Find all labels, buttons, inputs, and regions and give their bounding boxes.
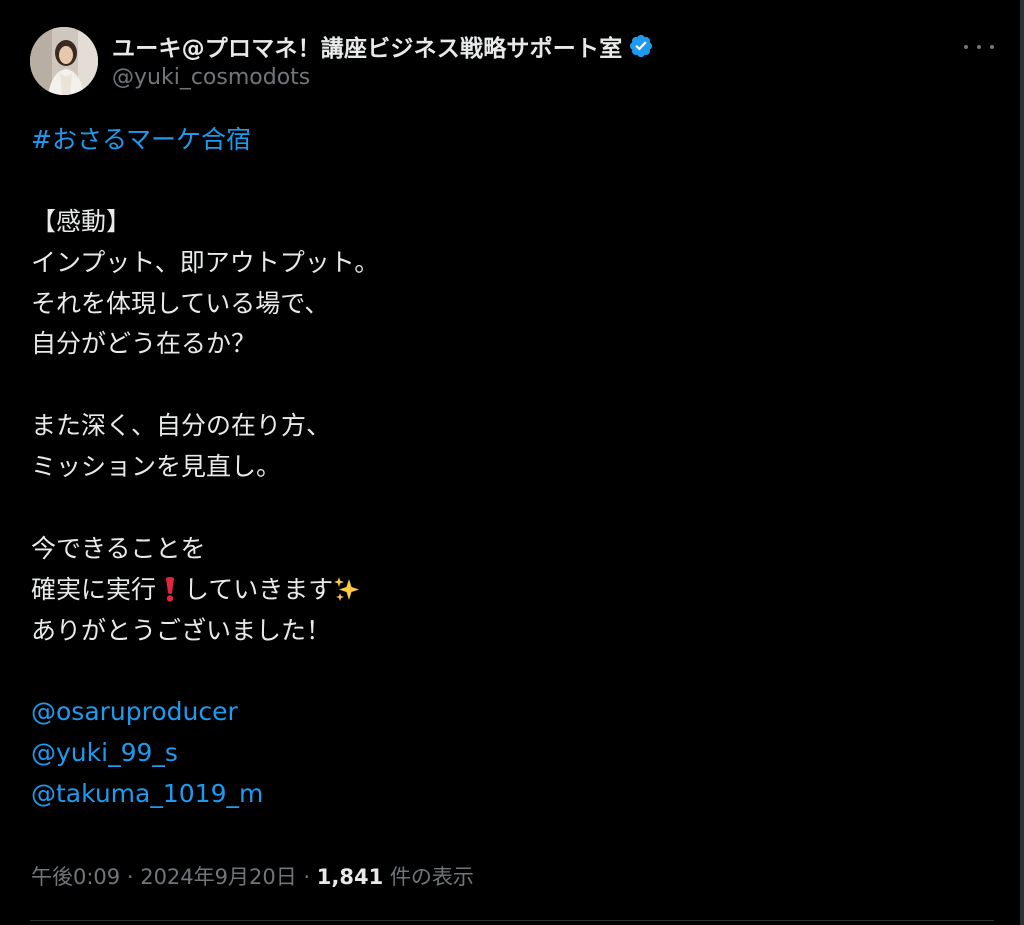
mention-link[interactable]: @takuma_1019_m	[31, 774, 981, 815]
hashtag-link[interactable]: #おさるマーケ合宿	[31, 120, 981, 161]
author-name-row[interactable]: ユーキ@プロマネ！講座ビジネス戦略サポート室	[112, 30, 654, 62]
tweet-line: ありがとうございました！	[31, 615, 332, 645]
sparkles-icon	[334, 576, 360, 601]
tweet-meta: 午後0:09 · 2024年9月20日 · 1,841 件の表示	[31, 861, 474, 891]
avatar[interactable]	[30, 27, 98, 95]
meta-separator: ·	[120, 865, 141, 889]
tweet-line: また深く、自分の在り方、	[31, 411, 332, 441]
tweet-line: インプット、即アウトプット。	[31, 247, 380, 277]
tweet-line: ミッションを見直し。	[31, 452, 282, 482]
more-options-icon[interactable]	[964, 35, 994, 59]
tweet-line: 【感動】	[31, 206, 132, 236]
meta-separator: ·	[296, 865, 317, 889]
tweet-date[interactable]: 2024年9月20日	[140, 865, 297, 889]
mention-link[interactable]: @yuki_99_s	[31, 733, 981, 774]
author-display-name[interactable]: ユーキ@プロマネ！講座ビジネス戦略サポート室	[112, 29, 622, 63]
tweet-text: #おさるマーケ合宿 【感動】 インプット、即アウトプット。 それを体現している場…	[31, 120, 981, 815]
tweet-line-with-emoji: 確実に実行 していきます	[31, 570, 981, 611]
tweet-line: 自分がどう在るか？	[31, 329, 257, 359]
window-edge	[1020, 0, 1024, 925]
views-count: 1,841	[316, 865, 384, 889]
tweet-time[interactable]: 午後0:09	[31, 865, 120, 889]
author-handle[interactable]: @yuki_cosmodots	[112, 65, 310, 90]
tweet-line-part: 確実に実行	[31, 574, 157, 604]
tweet-line: 今できることを	[31, 533, 206, 563]
views-label: 件の表示	[383, 865, 474, 889]
mention-link[interactable]: @osaruproducer	[31, 692, 981, 733]
tweet-header: ユーキ@プロマネ！講座ビジネス戦略サポート室 @yuki_cosmodots	[30, 27, 994, 97]
verified-badge-icon	[630, 34, 653, 58]
tweet-line: それを体現している場で、	[31, 288, 330, 318]
tweet-line-part: していきます	[184, 574, 334, 604]
profile-photo-icon	[30, 27, 98, 95]
divider	[30, 920, 994, 921]
red-exclamation-icon	[166, 576, 175, 602]
